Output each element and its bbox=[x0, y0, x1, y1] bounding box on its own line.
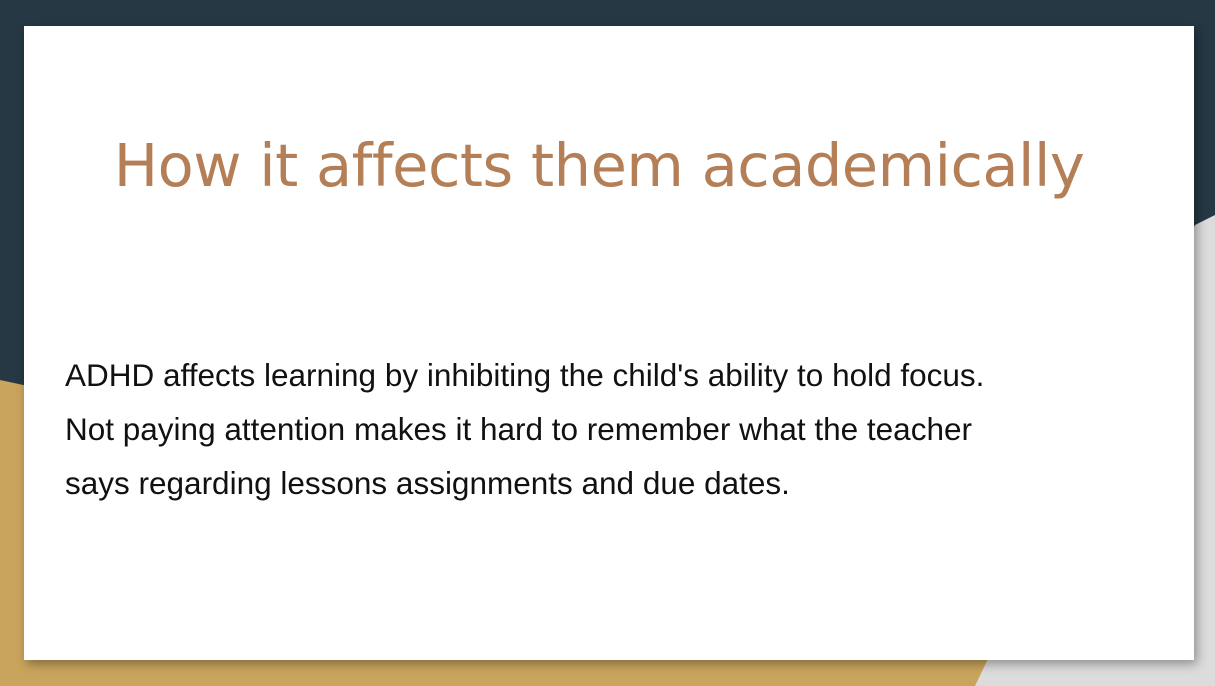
slide-title: How it affects them academically bbox=[113, 131, 1085, 200]
slide-card: How it affects them academically ADHD af… bbox=[24, 26, 1194, 660]
slide-body-text: ADHD affects learning by inhibiting the … bbox=[65, 357, 985, 501]
